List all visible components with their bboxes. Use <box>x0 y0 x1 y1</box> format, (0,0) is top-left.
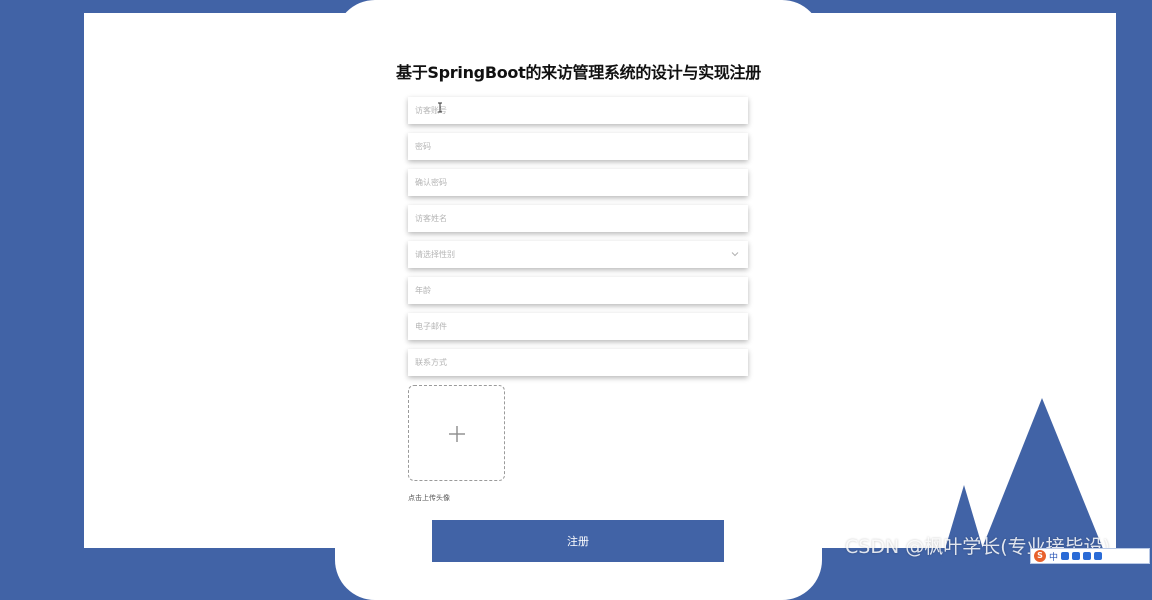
visitor-name-input[interactable] <box>408 205 748 232</box>
ime-voice-icon[interactable] <box>1072 552 1081 560</box>
account-input[interactable] <box>408 97 748 124</box>
phone-input[interactable] <box>408 349 748 376</box>
upload-avatar-label: 点击上传头像 <box>408 494 450 502</box>
plus-icon <box>449 426 465 442</box>
ime-punctuation-icon[interactable] <box>1061 552 1070 560</box>
register-card: 基于SpringBoot的来访管理系统的设计与实现注册 请选择性别 点击上传头像… <box>335 0 822 600</box>
age-input[interactable] <box>408 277 748 304</box>
text-cursor-icon <box>438 102 442 113</box>
ime-logo-icon: S <box>1034 550 1046 562</box>
ime-toolbar[interactable]: S 中 <box>1030 548 1150 564</box>
ime-keyboard-icon[interactable] <box>1083 552 1092 560</box>
avatar-upload[interactable] <box>408 385 505 481</box>
email-input[interactable] <box>408 313 748 340</box>
register-button[interactable]: 注册 <box>432 520 724 562</box>
ime-mode[interactable]: 中 <box>1049 550 1058 563</box>
ime-skin-icon[interactable] <box>1094 552 1103 560</box>
gender-select-placeholder: 请选择性别 <box>415 250 455 259</box>
gender-select[interactable]: 请选择性别 <box>408 241 748 268</box>
chevron-down-icon <box>731 252 739 257</box>
confirm-password-input[interactable] <box>408 169 748 196</box>
page-title: 基于SpringBoot的来访管理系统的设计与实现注册 <box>396 63 761 82</box>
password-input[interactable] <box>408 133 748 160</box>
